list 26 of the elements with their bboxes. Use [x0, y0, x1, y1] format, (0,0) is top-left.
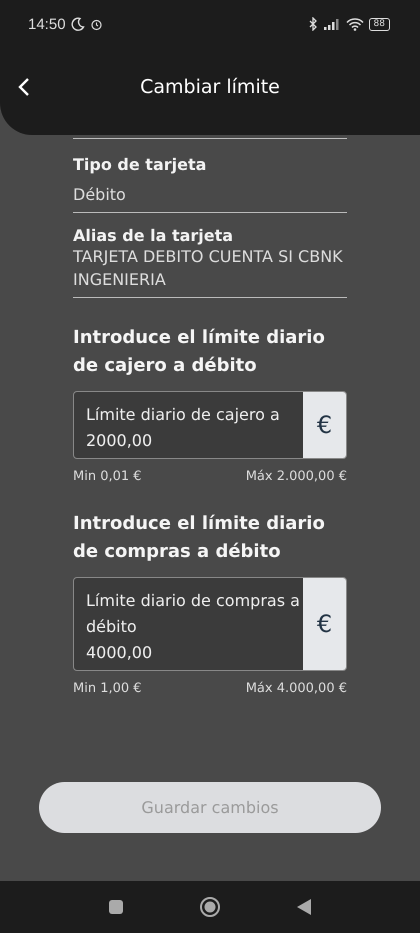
- recents-icon[interactable]: [108, 899, 124, 915]
- min-label: Min 1,00 €: [73, 681, 142, 696]
- status-time: 14:50: [28, 16, 66, 32]
- back-icon[interactable]: [18, 77, 30, 97]
- wifi-icon: [346, 18, 364, 30]
- section-heading: Introduce el límite diario de cajero a débito: [73, 326, 326, 378]
- amount-field[interactable]: Límite diario de cajero a 2000,00 €: [73, 391, 347, 459]
- moon-icon: [70, 17, 85, 31]
- currency-label: €: [303, 578, 346, 670]
- back-icon[interactable]: [296, 898, 312, 916]
- max-label: Máx 4.000,00 €: [246, 681, 347, 696]
- home-icon[interactable]: [199, 896, 221, 918]
- info-value: Débito: [73, 184, 127, 206]
- info-value: TARJETA DEBITO CUENTA SI CBNK INGENIERIA: [73, 246, 344, 291]
- alarm-icon: [90, 18, 103, 30]
- currency-label: €: [303, 392, 346, 458]
- info-label: Tipo de tarjeta: [73, 155, 208, 174]
- section-heading: Introduce el límite diario de compras a débito: [73, 512, 326, 564]
- info-label: Alias de la tarjeta: [73, 226, 234, 245]
- amount-field[interactable]: Límite diario de compras a débito 4000,00 €: [73, 577, 347, 671]
- signal-icon: [322, 18, 341, 30]
- battery-icon: 88: [368, 18, 390, 30]
- page-title: Cambiar límite: [139, 76, 281, 98]
- min-label: Min 0,01 €: [73, 469, 142, 484]
- bluetooth-icon: [308, 17, 318, 31]
- max-label: Máx 2.000,00 €: [246, 469, 347, 484]
